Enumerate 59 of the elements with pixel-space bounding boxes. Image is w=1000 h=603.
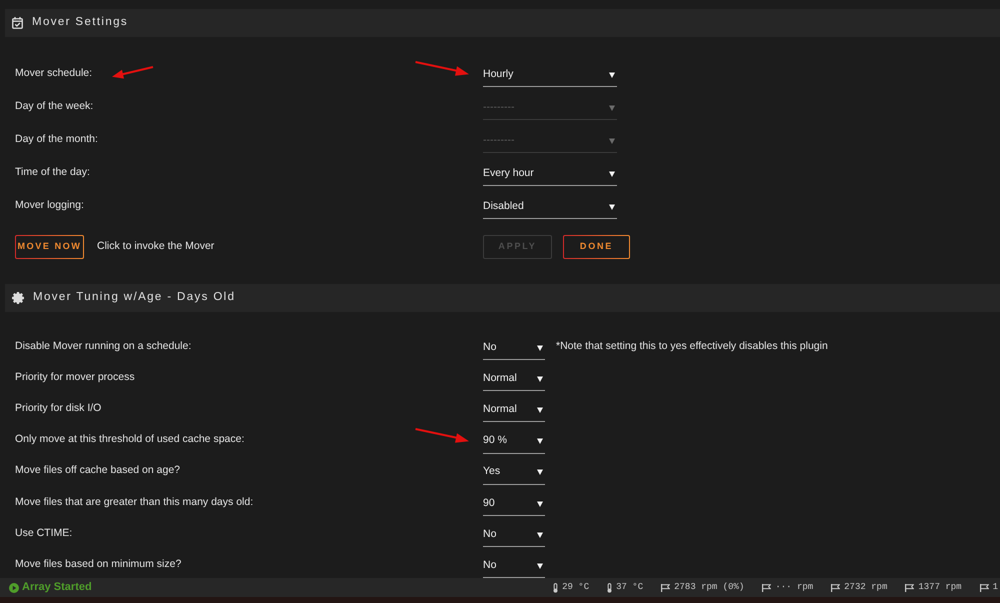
note-text: *Note that setting this to yes effectively disables this plugin bbox=[556, 338, 828, 354]
dropdown[interactable]: Normal bbox=[483, 367, 545, 392]
caret-icon bbox=[609, 72, 615, 78]
setting-label: Move files off cache based on age? bbox=[15, 463, 180, 478]
dropdown[interactable]: 90 bbox=[483, 492, 545, 516]
setting-label: Disable Mover running on a schedule: bbox=[15, 338, 192, 354]
thermometer-icon bbox=[607, 582, 612, 592]
caret-icon bbox=[537, 438, 543, 444]
setting-label: Mover logging: bbox=[15, 198, 84, 213]
move-now-button[interactable]: MOVE NOW bbox=[15, 235, 84, 259]
done-button[interactable]: DONE bbox=[563, 235, 630, 259]
caret-icon bbox=[537, 500, 543, 507]
flag-icon bbox=[831, 584, 840, 592]
array-status-text: Array Started bbox=[22, 580, 92, 596]
flag-icon bbox=[980, 584, 989, 592]
sensor-reading: 29 °C bbox=[562, 580, 590, 594]
dropdown[interactable]: Disabled bbox=[483, 195, 617, 219]
flag-icon bbox=[762, 584, 772, 592]
thermometer-icon bbox=[553, 582, 558, 592]
section-title: Mover Settings bbox=[32, 15, 128, 30]
sensor-reading: 2783 rpm (0%) bbox=[674, 580, 744, 594]
setting-label: Day of the month: bbox=[15, 132, 98, 147]
caret-icon bbox=[609, 138, 615, 144]
flag-icon bbox=[905, 584, 914, 592]
section-title: Mover Tuning w/Age - Days Old bbox=[33, 290, 236, 306]
setting-label: Move files based on minimum size? bbox=[15, 557, 182, 572]
caret-icon bbox=[609, 204, 615, 210]
setting-label: Time of the day: bbox=[15, 164, 90, 180]
setting-label: Priority for disk I/O bbox=[15, 401, 102, 416]
setting-label: Only move at this threshold of used cache space: bbox=[15, 432, 244, 448]
sensor-reading: 1 bbox=[992, 580, 998, 594]
caret-icon bbox=[609, 104, 615, 110]
setting-label: Priority for mover process bbox=[15, 370, 135, 385]
caret-icon bbox=[537, 376, 543, 382]
caret-icon bbox=[609, 170, 615, 176]
caret-icon bbox=[537, 469, 543, 476]
dropdown[interactable]: No bbox=[483, 523, 545, 548]
hint-text: Click to invoke the Mover bbox=[97, 239, 214, 254]
caret-icon bbox=[537, 344, 543, 351]
calendar-check-icon bbox=[12, 17, 23, 29]
setting-label: Mover schedule: bbox=[15, 66, 92, 81]
caret-icon bbox=[537, 532, 543, 538]
dropdown[interactable]: No bbox=[483, 336, 545, 360]
flag-icon bbox=[661, 584, 670, 592]
caret-icon bbox=[537, 562, 543, 569]
gear-icon bbox=[12, 292, 24, 304]
dropdown[interactable]: Every hour bbox=[483, 162, 617, 186]
dropdown[interactable]: Normal bbox=[483, 398, 545, 422]
caret-icon bbox=[537, 406, 543, 413]
setting-label: Day of the week: bbox=[15, 98, 94, 114]
sensor-reading: 2732 rpm bbox=[844, 580, 888, 594]
sensor-reading: 37 °C bbox=[616, 580, 644, 594]
sensor-reading: ··· rpm bbox=[775, 580, 814, 594]
setting-label: Move files that are greater than this many days old: bbox=[15, 494, 254, 510]
sensor-reading: 1377 rpm bbox=[918, 580, 962, 594]
dropdown[interactable]: Hourly bbox=[483, 63, 617, 87]
setting-label: Use CTIME: bbox=[15, 526, 72, 541]
dropdown[interactable]: 90 % bbox=[483, 430, 545, 454]
dropdown[interactable]: Yes bbox=[483, 460, 545, 485]
